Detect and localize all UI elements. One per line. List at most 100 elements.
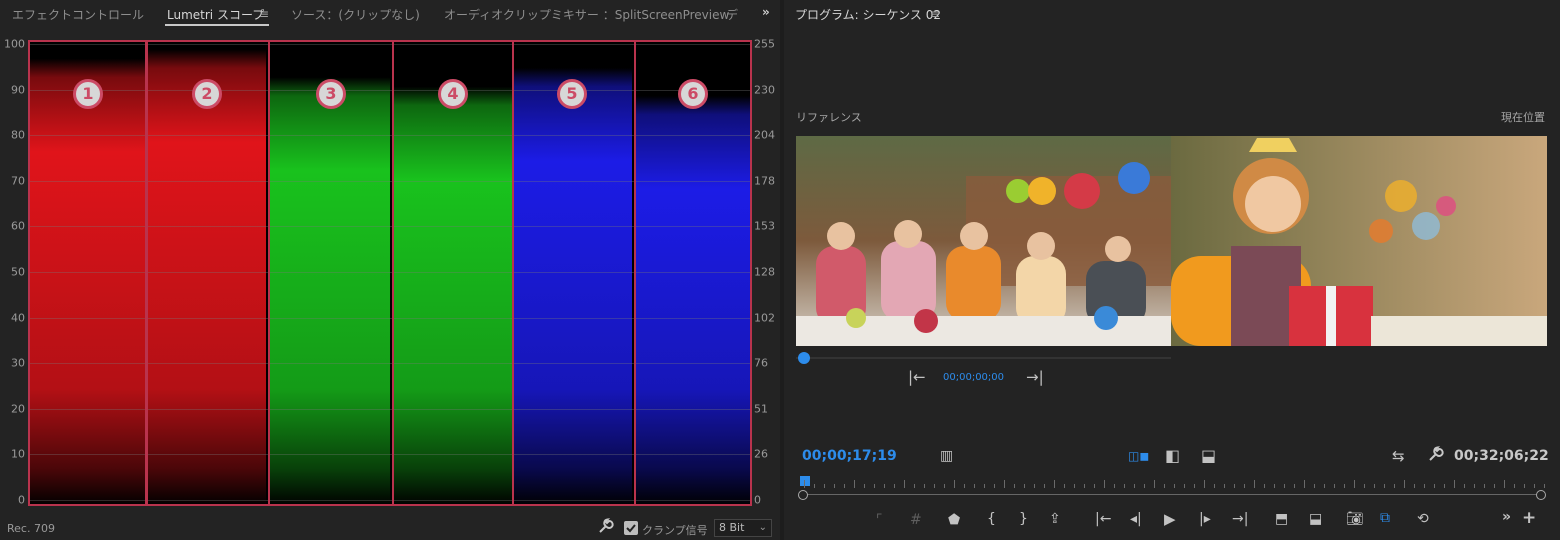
right-axis-label: 76 [754,356,768,370]
ruler-tick [1304,480,1305,488]
step-forward-icon[interactable]: |▸ [1199,511,1211,527]
swap-sides-icon[interactable]: ⇆ [1392,447,1405,465]
step-back-icon[interactable]: ◂| [1130,511,1142,527]
ruler-tick [1284,484,1285,488]
vertical-split-icon[interactable]: ◧ [1165,446,1180,465]
segment-outline-5 [512,40,636,506]
left-axis-label: 60 [11,219,25,233]
grid-icon[interactable]: # [910,512,922,528]
tab-audio-clip-mixer[interactable]: オーディオクリップミキサー ：SplitScreenPreview [444,6,729,23]
playhead-marker[interactable] [800,476,810,486]
program-monitor-title[interactable]: プログラム: シーケンス 02 [795,6,941,23]
insert-icon[interactable]: ⬒ [1275,511,1288,527]
ruler-tick [1514,484,1515,488]
segment-outline-3 [268,40,394,506]
bit-depth-select[interactable]: 8 Bit ⌄ [714,519,772,537]
left-axis-label: 30 [11,356,25,370]
segment-badge-3: 3 [316,79,346,109]
mark-out-icon[interactable]: } [1019,511,1028,527]
horizontal-split-icon[interactable]: ⬓ [1201,446,1216,465]
right-axis-label: 51 [754,402,768,416]
ruler-tick [1344,484,1345,488]
reference-scrub-track[interactable] [796,357,1171,359]
lumetri-scopes-panel: エフェクトコントロール Lumetri スコープ ≡ ソース：(クリップなし) … [0,0,780,540]
left-tab-bar: エフェクトコントロール Lumetri スコープ ≡ ソース：(クリップなし) … [0,0,780,30]
hamburger-menu-icon[interactable]: ≡ [259,7,269,21]
go-to-in-icon[interactable]: |← [1095,511,1111,527]
ruler-tick [1484,484,1485,488]
wrench-icon[interactable] [1428,446,1444,466]
ruler-tick [814,484,815,488]
overwrite-icon[interactable]: ⬓ [1309,511,1322,527]
play-icon[interactable]: ▶ [1164,510,1176,528]
segment-badge-4: 4 [438,79,468,109]
left-axis-label: 0 [18,493,25,507]
hamburger-menu-icon[interactable]: ≡ [930,7,940,21]
tab-truncated[interactable]: デ [726,6,738,23]
right-axis-label: 102 [754,311,775,325]
segment-outline-2 [146,40,270,506]
double-chevron-right-icon[interactable]: » [1502,509,1511,525]
ruler-tick [874,484,875,488]
reference-timecode[interactable]: 00;00;00;00 [943,372,1004,383]
left-axis-label: 90 [11,83,25,97]
toggle-proxies-icon[interactable]: ⟲ [1417,511,1429,527]
tab-source[interactable]: ソース：(クリップなし) [291,6,420,23]
duration-timecode: 00;32;06;22 [1454,448,1549,464]
right-axis-label: 153 [754,219,775,233]
right-axis-label: 178 [754,174,775,188]
comparison-view-icon[interactable]: ⧉ [1380,510,1390,526]
ruler-tick [824,484,825,488]
side-by-side-view-icon[interactable]: ◫◼ [1128,449,1149,463]
ruler-tick [924,484,925,488]
left-axis-label: 40 [11,311,25,325]
ruler-tick [1544,484,1545,488]
frame-compare-icon[interactable]: ▥ [940,448,953,464]
ruler-tick [1424,484,1425,488]
ruler-tick [1264,484,1265,488]
right-axis-label: 230 [754,83,775,97]
scope-footer: Rec. 709 クランプ信号 8 Bit ⌄ [0,512,780,540]
ruler-tick [1334,484,1335,488]
right-axis-label: 0 [754,493,761,507]
segment-badge-2: 2 [192,79,222,109]
right-axis-label: 26 [754,447,768,461]
left-axis-label: 80 [11,128,25,142]
safe-margins-icon[interactable]: ⌜ [876,512,883,528]
reference-playhead-handle[interactable] [798,352,810,364]
go-to-in-point-icon[interactable]: |← [908,368,926,386]
timeline-track[interactable] [802,494,1542,495]
ruler-tick [1354,480,1355,488]
tab-lumetri-scopes[interactable]: Lumetri スコープ [167,6,264,23]
go-to-out-point-icon[interactable]: →| [1026,368,1044,386]
add-button-icon[interactable]: + [1522,508,1536,528]
go-to-out-icon[interactable]: →| [1232,511,1248,527]
ruler-tick [1504,480,1505,488]
export-frame-icon[interactable]: ⇪ [1049,511,1061,527]
current-timecode[interactable]: 00;00;17;19 [802,448,897,464]
ruler-tick [1204,480,1205,488]
segment-badge-5: 5 [557,79,587,109]
ruler-tick [1164,484,1165,488]
ruler-tick [1234,484,1235,488]
colorspace-label: Rec. 709 [7,522,55,535]
active-tab-underline [165,24,269,26]
add-marker-icon[interactable]: ⬟ [948,512,960,528]
ruler-tick [1434,484,1435,488]
ruler-tick [1394,484,1395,488]
wrench-icon[interactable] [598,518,614,538]
ruler-tick [1324,484,1325,488]
double-chevron-right-icon[interactable]: » [762,5,770,19]
ruler-tick [1024,484,1025,488]
in-handle[interactable] [798,490,808,500]
camera-icon[interactable]: 📷︎ [1346,511,1364,527]
mark-in-icon[interactable]: { [987,511,996,527]
ruler-tick [1524,484,1525,488]
ruler-tick [1054,480,1055,488]
tab-effect-controls[interactable]: エフェクトコントロール [12,6,144,23]
clamp-signal-checkbox[interactable] [624,521,638,535]
ruler-tick [904,480,905,488]
out-handle[interactable] [1536,490,1546,500]
ruler-tick [964,484,965,488]
ruler-tick [1074,484,1075,488]
